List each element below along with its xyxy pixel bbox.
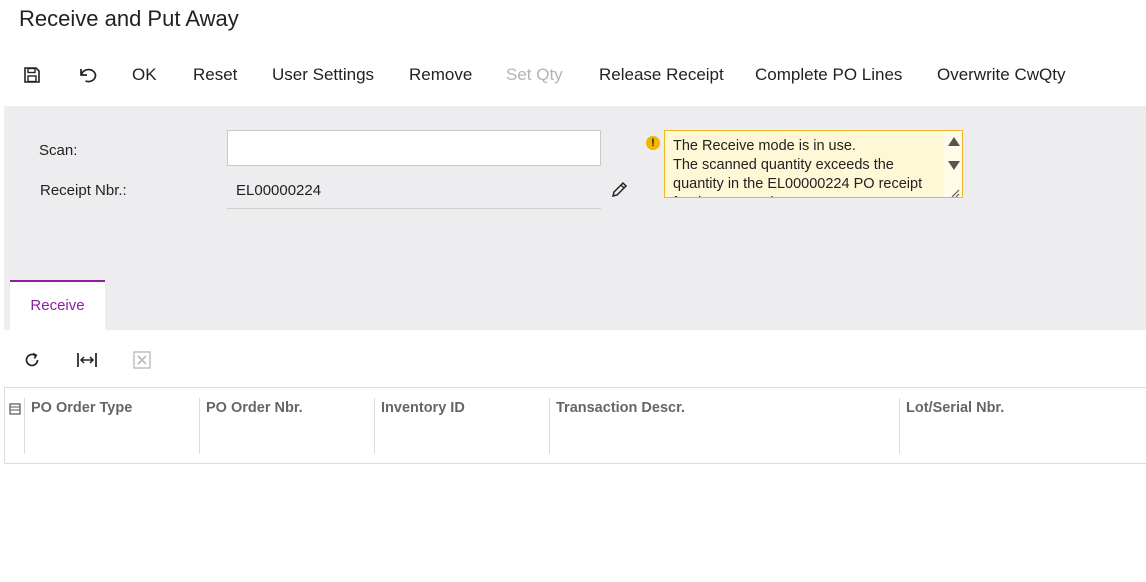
grid: PO Order Type PO Order Nbr. Inventory ID… xyxy=(4,387,1146,464)
overwrite-cwqty-button[interactable]: Overwrite CwQty xyxy=(937,65,1065,85)
scan-input[interactable] xyxy=(227,130,601,166)
scroll-up-arrow-icon[interactable] xyxy=(948,137,960,146)
receipt-nbr-value: EL00000224 xyxy=(236,182,322,199)
column-header-transaction-descr[interactable]: Transaction Descr. xyxy=(556,400,685,416)
set-qty-button: Set Qty xyxy=(506,65,563,84)
pencil-icon[interactable] xyxy=(609,180,629,200)
column-separator xyxy=(899,398,900,454)
export-excel-icon xyxy=(130,348,154,372)
reset-button[interactable]: Reset xyxy=(193,65,237,85)
undo-icon[interactable] xyxy=(76,64,98,86)
receipt-nbr-underline xyxy=(227,208,601,209)
row-selector-icon[interactable] xyxy=(9,402,21,415)
column-header-inventory-id[interactable]: Inventory ID xyxy=(381,400,465,416)
grid-toolbar xyxy=(0,346,1146,374)
resize-handle-icon[interactable] xyxy=(950,185,960,197)
column-separator xyxy=(374,398,375,454)
form-panel: Scan: Receipt Nbr.: EL00000224 ! The Rec… xyxy=(4,106,1146,330)
receipt-nbr-label: Receipt Nbr.: xyxy=(40,182,127,199)
fit-width-icon[interactable] xyxy=(75,348,99,372)
remove-button[interactable]: Remove xyxy=(409,65,472,85)
column-header-po-order-nbr[interactable]: PO Order Nbr. xyxy=(206,400,303,416)
message-line-2: The scanned quantity exceeds the quantit… xyxy=(673,157,923,197)
message-text: The Receive mode is in use. The scanned … xyxy=(673,137,941,197)
column-separator xyxy=(199,398,200,454)
scroll-down-arrow-icon[interactable] xyxy=(948,161,960,170)
user-settings-button[interactable]: User Settings xyxy=(272,65,374,85)
message-line-1: The Receive mode is in use. xyxy=(673,138,856,154)
page-title: Receive and Put Away xyxy=(19,6,239,31)
release-receipt-button[interactable]: Release Receipt xyxy=(599,65,724,85)
scan-label: Scan: xyxy=(39,142,78,159)
column-separator xyxy=(24,398,25,454)
toolbar: OK Reset User Settings Remove Set Qty Re… xyxy=(0,62,1146,88)
message-box[interactable]: The Receive mode is in use. The scanned … xyxy=(664,130,963,198)
column-header-po-order-type[interactable]: PO Order Type xyxy=(31,400,132,416)
ok-button[interactable]: OK xyxy=(132,65,157,85)
tab-receive[interactable]: Receive xyxy=(10,280,105,330)
column-separator xyxy=(549,398,550,454)
save-icon[interactable] xyxy=(21,64,43,86)
column-header-lot-serial-nbr[interactable]: Lot/Serial Nbr. xyxy=(906,400,1004,416)
refresh-icon[interactable] xyxy=(20,348,44,372)
warning-icon: ! xyxy=(646,136,660,150)
complete-po-lines-button[interactable]: Complete PO Lines xyxy=(755,65,902,85)
